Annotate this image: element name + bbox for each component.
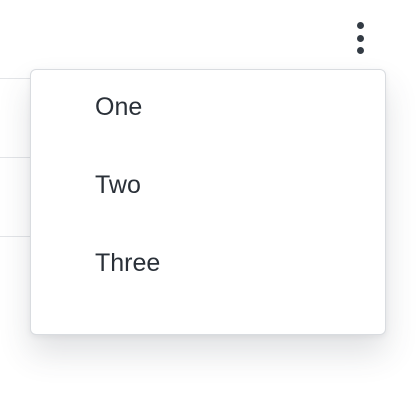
menu-item-label: Two bbox=[95, 170, 141, 199]
menu-item-label: One bbox=[95, 92, 143, 121]
vertical-ellipsis-icon bbox=[356, 22, 364, 54]
menu-item-label: Three bbox=[95, 248, 161, 277]
dot bbox=[356, 47, 364, 54]
menu-item-three[interactable]: Three bbox=[31, 244, 385, 322]
menu-item-two[interactable]: Two bbox=[31, 166, 385, 244]
dot bbox=[356, 22, 364, 29]
menu-item-one[interactable]: One bbox=[31, 88, 385, 166]
page: One Two Three bbox=[0, 0, 416, 418]
dot bbox=[356, 34, 364, 42]
dropdown-menu: One Two Three bbox=[30, 69, 386, 335]
more-options-button[interactable] bbox=[346, 18, 374, 58]
